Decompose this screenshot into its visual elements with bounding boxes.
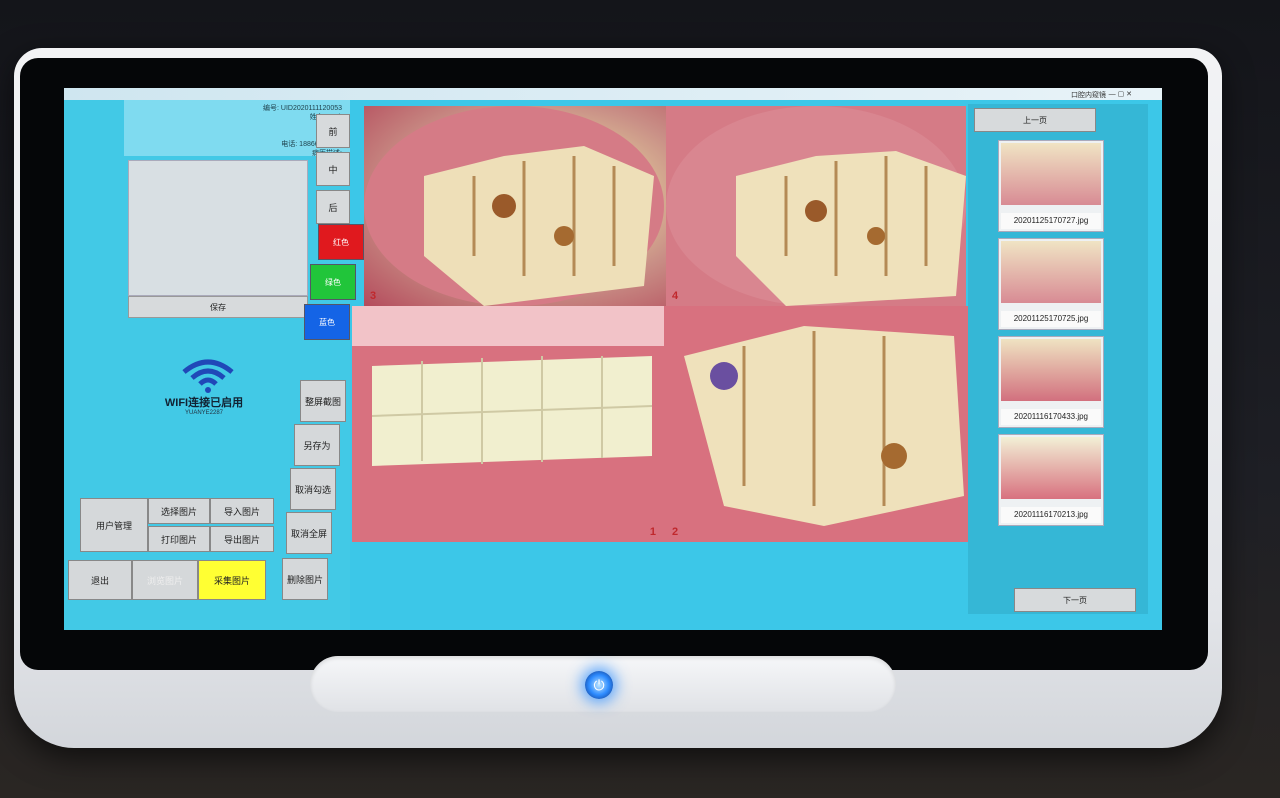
wifi-icon: [182, 359, 234, 393]
save-button[interactable]: 保存: [128, 296, 308, 318]
wifi-status: WIFI连接已启用: [164, 397, 244, 409]
prev-page-button[interactable]: 上一页: [974, 108, 1096, 132]
thumbnail-image: [1001, 143, 1101, 205]
info-line: 姓名: Jack: [132, 113, 342, 122]
window-controls-icon[interactable]: — ▢ ✕: [1109, 90, 1132, 98]
info-line: 年龄: 22: [132, 131, 342, 140]
teeth-image: [666, 106, 966, 306]
position-buttons: 前 中 后: [316, 114, 350, 228]
export-button[interactable]: 导出图片: [210, 526, 274, 552]
thumbnail-filename: 20201125170727.jpg: [1001, 213, 1101, 229]
import-button[interactable]: 导入图片: [210, 498, 274, 524]
photo-number: 1: [649, 526, 656, 538]
next-page-button[interactable]: 下一页: [1014, 588, 1136, 612]
exit-button[interactable]: 退出: [68, 560, 132, 600]
delete-button[interactable]: 删除图片: [282, 558, 328, 600]
save-as-button[interactable]: 另存为: [294, 424, 340, 466]
uncheck-button[interactable]: 取消勾选: [290, 468, 336, 510]
exit-fullscreen-button[interactable]: 取消全屏: [286, 512, 332, 554]
thumbnail[interactable]: 20201116170213.jpg: [998, 434, 1104, 526]
app-screen: 口腔内窥镜 — ▢ ✕ 编号: UID2020111120053 姓名: Jac…: [64, 88, 1162, 630]
print-button[interactable]: 打印图片: [148, 526, 210, 552]
browse-button[interactable]: 浏览图片: [132, 560, 198, 600]
photo-number: 3: [370, 290, 377, 302]
info-line: 电话: 18866557088: [281, 141, 342, 148]
thumbnail-panel: 上一页 20201125170727.jpg 20201125170725.jp…: [968, 104, 1148, 614]
red-button[interactable]: 红色: [318, 224, 364, 260]
wifi-ssid: YUANYE2287: [184, 410, 224, 416]
thumbnail[interactable]: 20201125170727.jpg: [998, 140, 1104, 232]
photo-number: 2: [672, 526, 679, 538]
power-icon[interactable]: ⏻: [585, 671, 613, 699]
thumbnail[interactable]: 20201116170433.jpg: [998, 336, 1104, 428]
teeth-image: [352, 306, 664, 542]
left-panel: 编号: UID2020111120053 姓名: Jack 性别: 男 年龄: …: [64, 100, 364, 630]
photo-3[interactable]: 3: [364, 106, 666, 306]
select-button[interactable]: 选择图片: [148, 498, 210, 524]
preview-area: [128, 160, 308, 296]
collect-button[interactable]: 采集图片: [198, 560, 266, 600]
info-line: 编号: UID2020111120053: [263, 105, 342, 112]
photo-4[interactable]: 4: [666, 106, 966, 306]
teeth-image: [364, 106, 664, 306]
photo-number: 4: [672, 290, 679, 302]
user-manage-button[interactable]: 用户管理: [80, 498, 148, 552]
window-title: 口腔内窥镜: [1071, 92, 1106, 99]
thumbnail[interactable]: 20201125170725.jpg: [998, 238, 1104, 330]
thumbnail-filename: 20201116170213.jpg: [1001, 507, 1101, 523]
info-line: 病历描述:: [132, 149, 342, 158]
front-button[interactable]: 前: [316, 114, 350, 148]
back-button[interactable]: 后: [316, 190, 350, 224]
thumbnail-filename: 20201125170725.jpg: [1001, 311, 1101, 327]
blue-button[interactable]: 蓝色: [304, 304, 350, 340]
title-bar: 口腔内窥镜 — ▢ ✕: [64, 88, 1162, 100]
middle-button[interactable]: 中: [316, 152, 350, 186]
thumbnail-image: [1001, 437, 1101, 499]
thumbnail-image: [1001, 241, 1101, 303]
photo-2[interactable]: 2: [664, 306, 968, 542]
thumbnail-image: [1001, 339, 1101, 401]
screenshot-button[interactable]: 整屏截图: [300, 380, 346, 422]
teeth-image: [664, 306, 968, 542]
info-line: 性别: 男: [132, 122, 342, 131]
thumbnail-filename: 20201116170433.jpg: [1001, 409, 1101, 425]
green-button[interactable]: 绿色: [310, 264, 356, 300]
photo-1[interactable]: 1: [352, 306, 664, 542]
